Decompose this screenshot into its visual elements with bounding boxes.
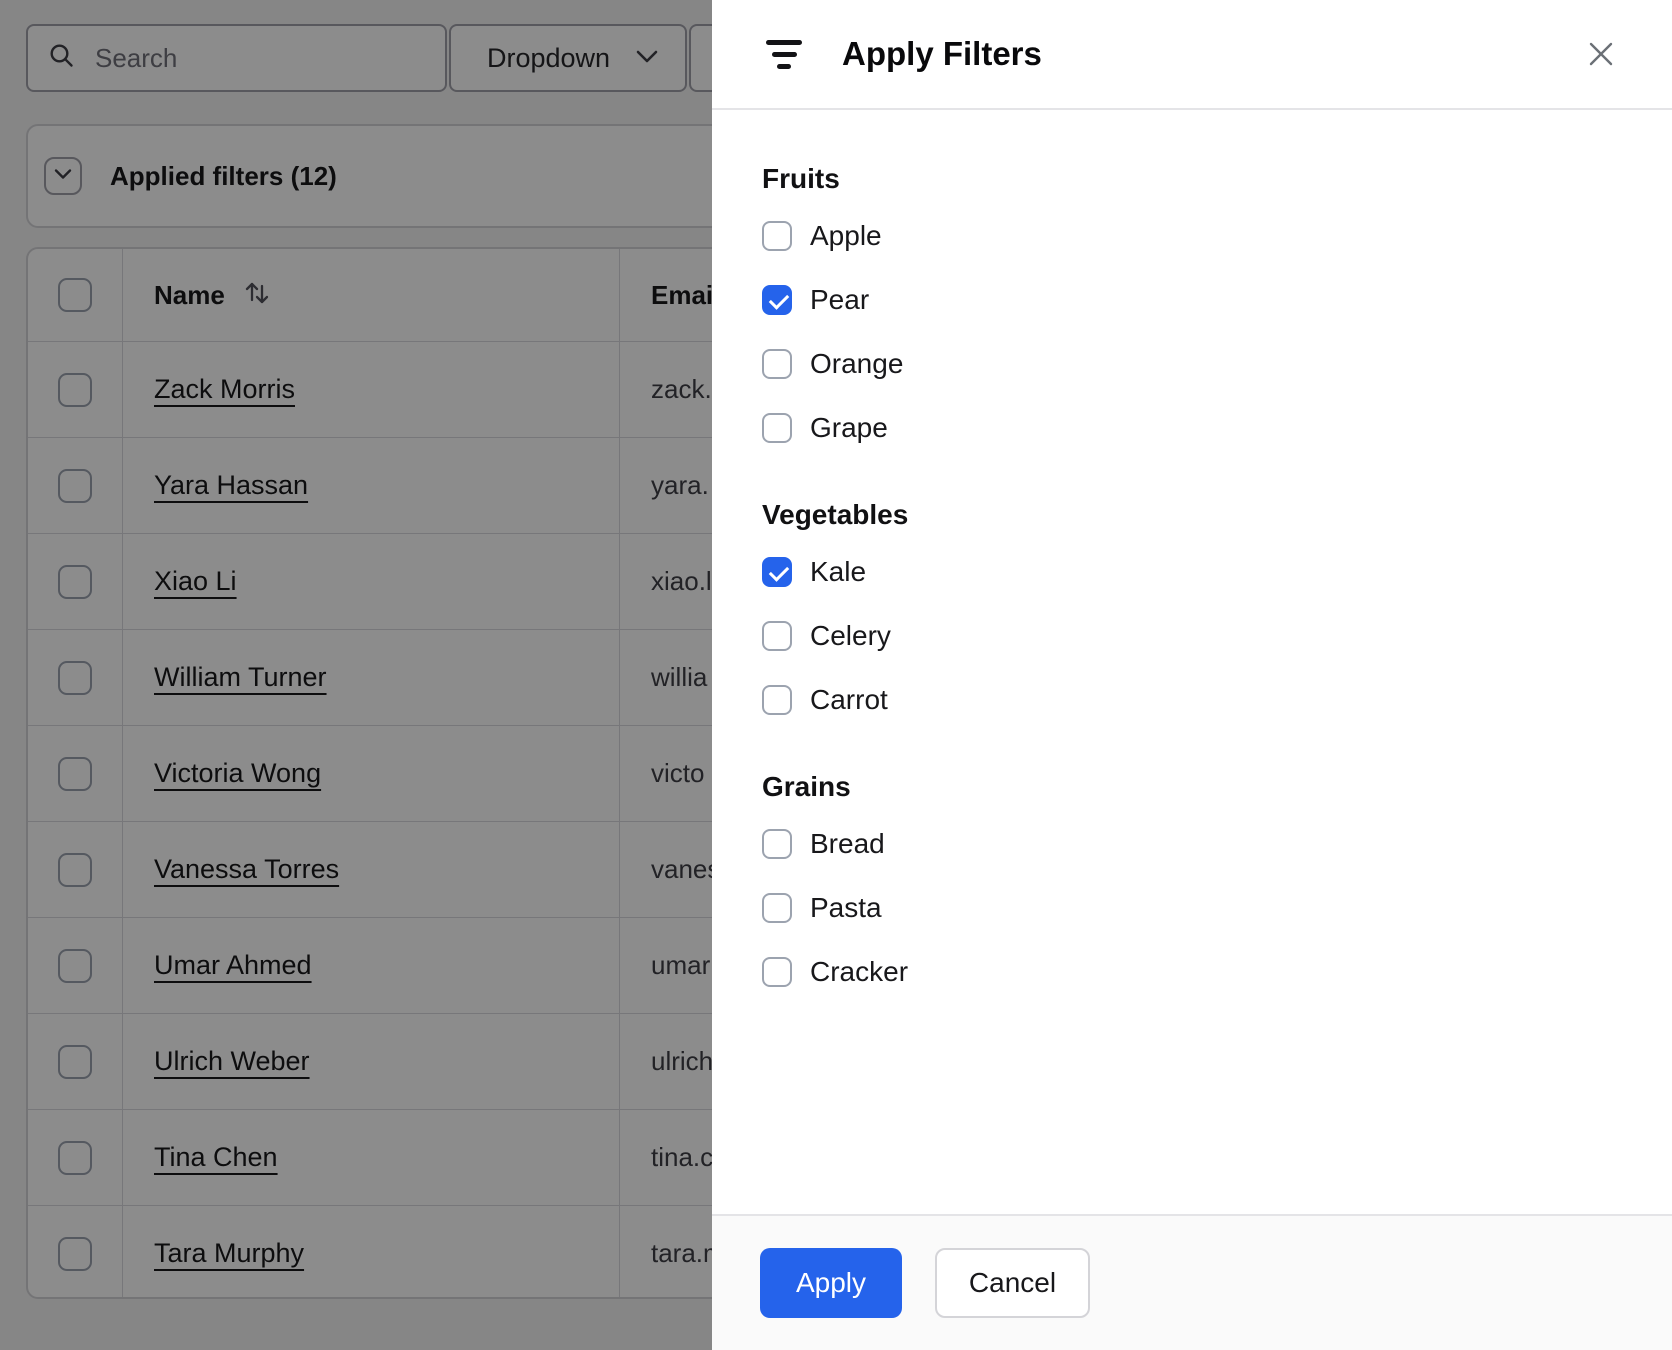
filter-section-fruits: Fruits Apple Pear Orange Grape: [762, 162, 1622, 460]
checkbox-checked[interactable]: [762, 285, 792, 315]
option-label: Celery: [810, 620, 891, 651]
filter-option[interactable]: Carrot: [762, 668, 1622, 732]
section-heading: Fruits: [762, 163, 840, 194]
filter-option[interactable]: Pasta: [762, 876, 1622, 940]
checkbox-unchecked[interactable]: [762, 413, 792, 443]
apply-button[interactable]: Apply: [760, 1248, 902, 1318]
option-label: Grape: [810, 412, 888, 443]
section-heading: Grains: [762, 771, 851, 802]
option-label: Carrot: [810, 684, 888, 715]
checkbox-unchecked[interactable]: [762, 829, 792, 859]
option-label: Apple: [810, 220, 882, 251]
option-label: Orange: [810, 348, 904, 379]
panel-header: Apply Filters: [712, 0, 1672, 110]
option-label: Cracker: [810, 956, 909, 987]
panel-footer: Apply Cancel: [712, 1214, 1672, 1350]
option-label: Bread: [810, 828, 885, 859]
panel-body: Fruits Apple Pear Orange Grape Vegetable…: [712, 162, 1672, 1004]
checkbox-unchecked[interactable]: [762, 957, 792, 987]
filter-section-vegetables: Vegetables Kale Celery Carrot: [762, 498, 1622, 732]
filter-option[interactable]: Pear: [762, 268, 1622, 332]
panel-title: Apply Filters: [842, 35, 1042, 72]
apply-filters-panel: Apply Filters Fruits Apple Pear Orange G…: [712, 0, 1672, 1350]
section-heading: Vegetables: [762, 499, 909, 530]
cancel-button[interactable]: Cancel: [935, 1248, 1090, 1318]
filter-option[interactable]: Bread: [762, 812, 1622, 876]
filter-option[interactable]: Grape: [762, 396, 1622, 460]
checkbox-unchecked[interactable]: [762, 349, 792, 379]
filter-option[interactable]: Celery: [762, 604, 1622, 668]
checkbox-unchecked[interactable]: [762, 893, 792, 923]
option-label: Pear: [810, 284, 870, 315]
filter-section-grains: Grains Bread Pasta Cracker: [762, 770, 1622, 1004]
checkbox-unchecked[interactable]: [762, 621, 792, 651]
filter-option[interactable]: Kale: [762, 540, 1622, 604]
option-label: Pasta: [810, 892, 882, 923]
checkbox-checked[interactable]: [762, 557, 792, 587]
option-label: Kale: [810, 556, 867, 587]
filter-option[interactable]: Apple: [762, 204, 1622, 268]
filter-option[interactable]: Cracker: [762, 940, 1622, 1004]
checkbox-unchecked[interactable]: [762, 221, 792, 251]
checkbox-unchecked[interactable]: [762, 685, 792, 715]
filter-option[interactable]: Orange: [762, 332, 1622, 396]
close-icon[interactable]: [1584, 37, 1618, 71]
filter-icon: [766, 39, 802, 69]
